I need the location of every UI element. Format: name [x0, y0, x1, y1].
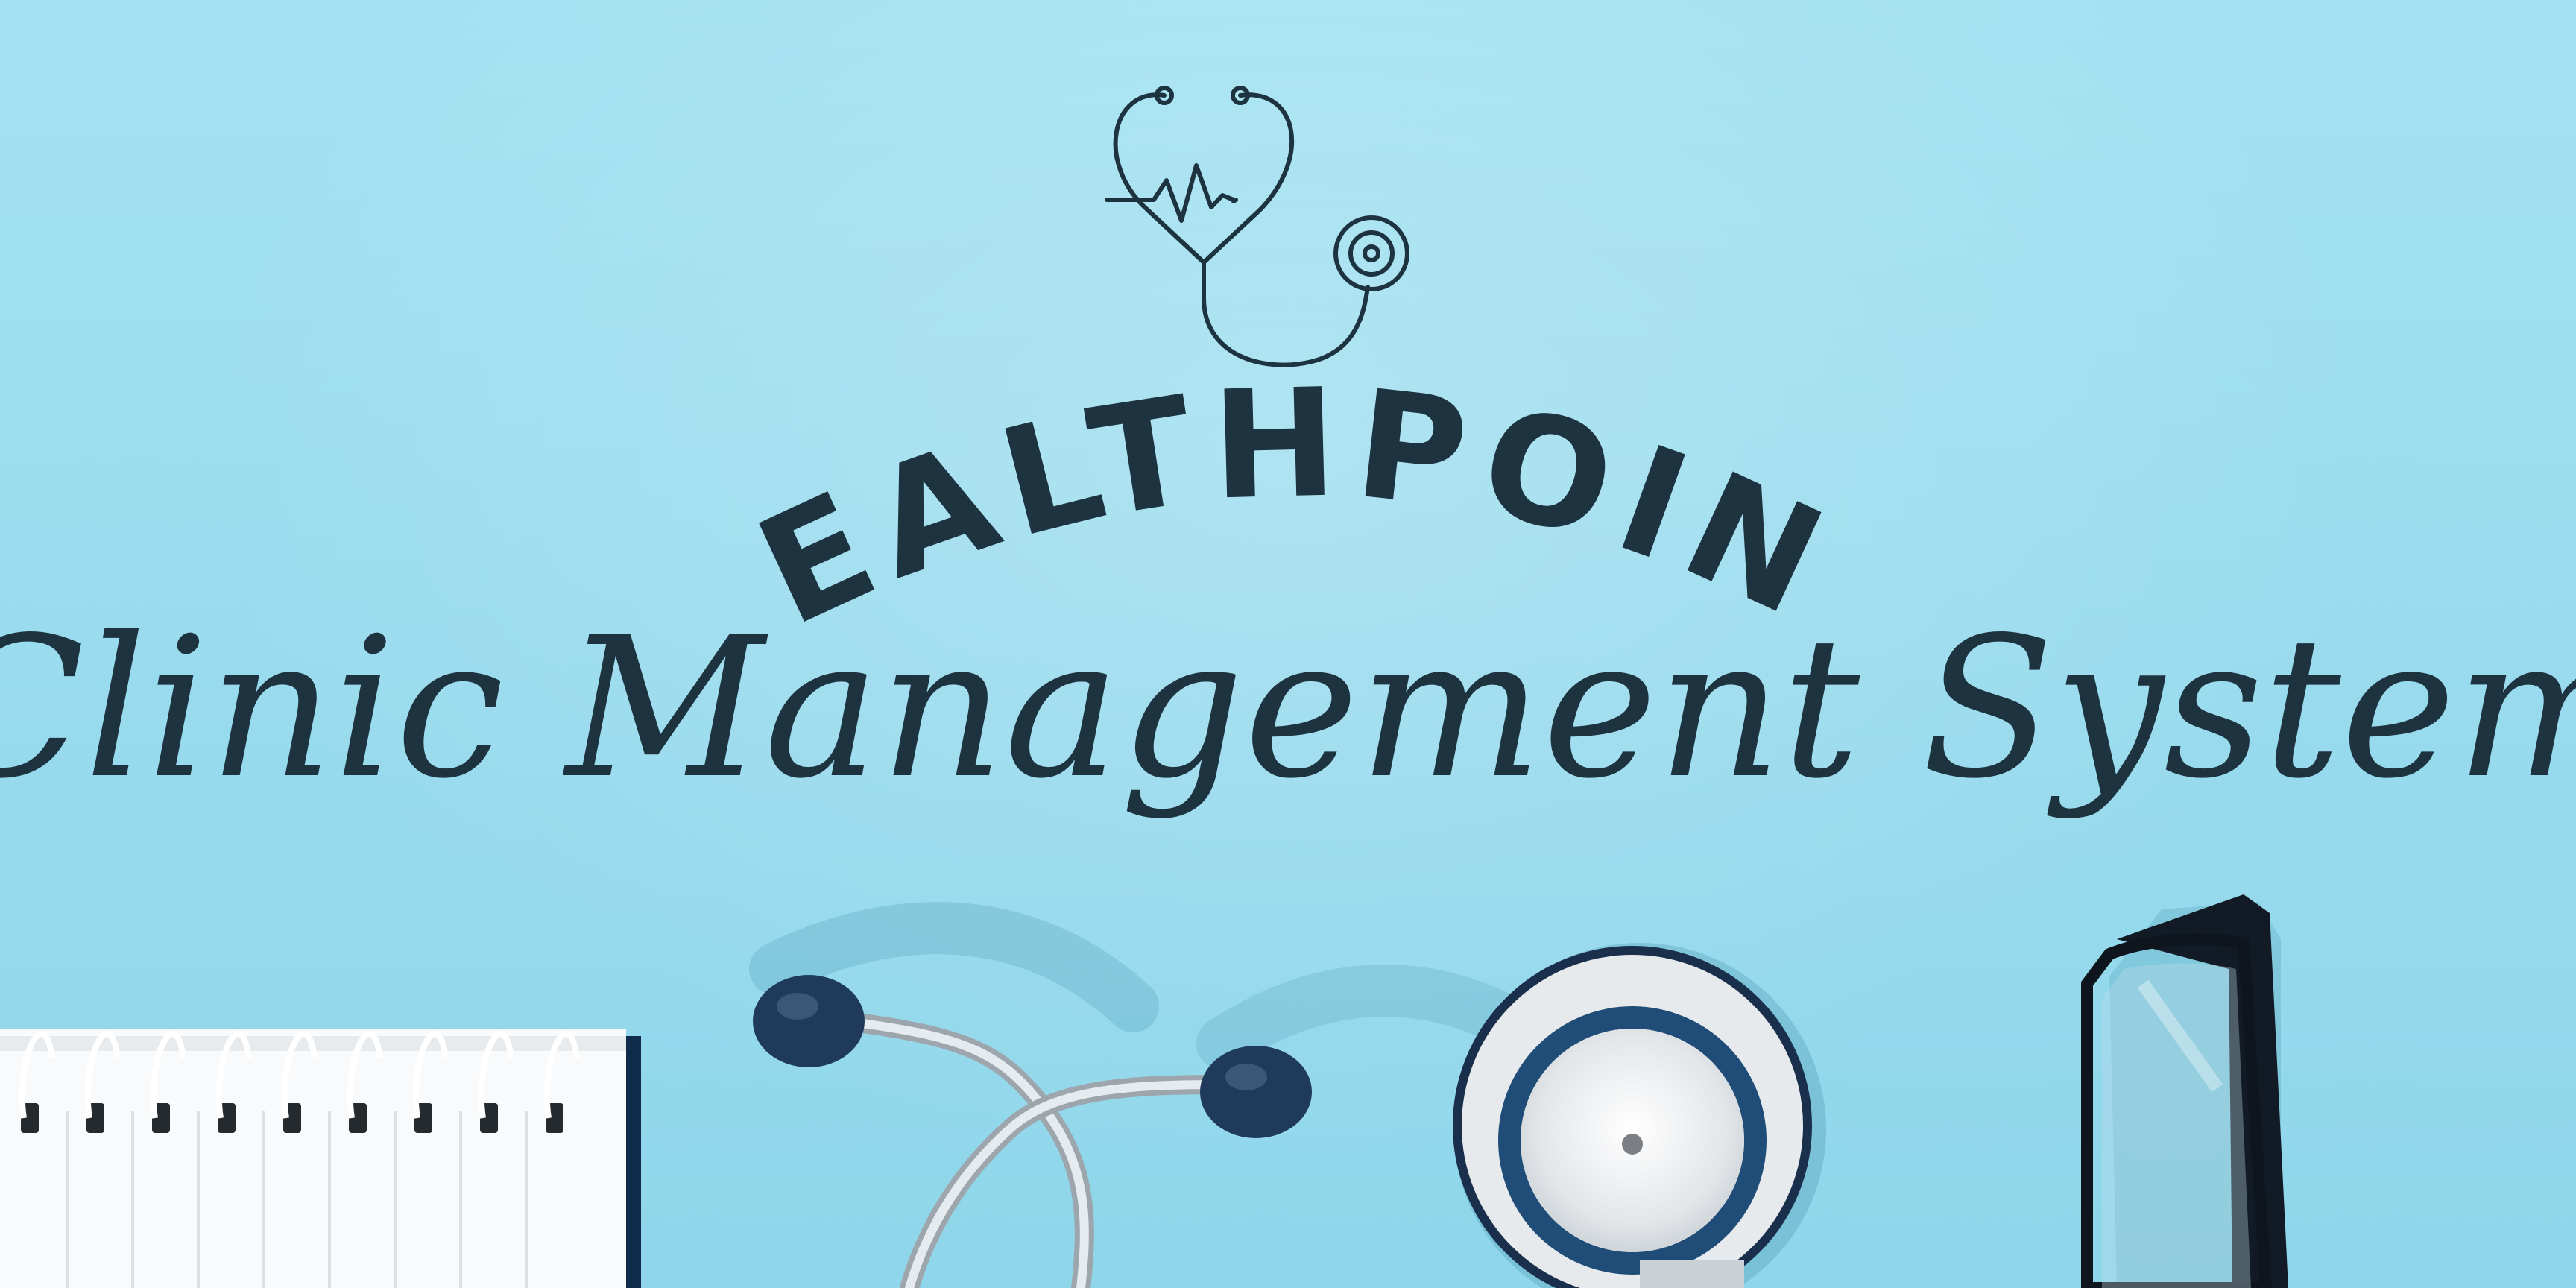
notebook — [0, 1029, 641, 1288]
scene-objects — [0, 894, 2288, 1288]
stethoscope — [749, 902, 1826, 1288]
eyeglasses — [2081, 894, 2288, 1288]
banner-canvas: HEALTHPOINT Clinic Management System — [0, 0, 2576, 1288]
